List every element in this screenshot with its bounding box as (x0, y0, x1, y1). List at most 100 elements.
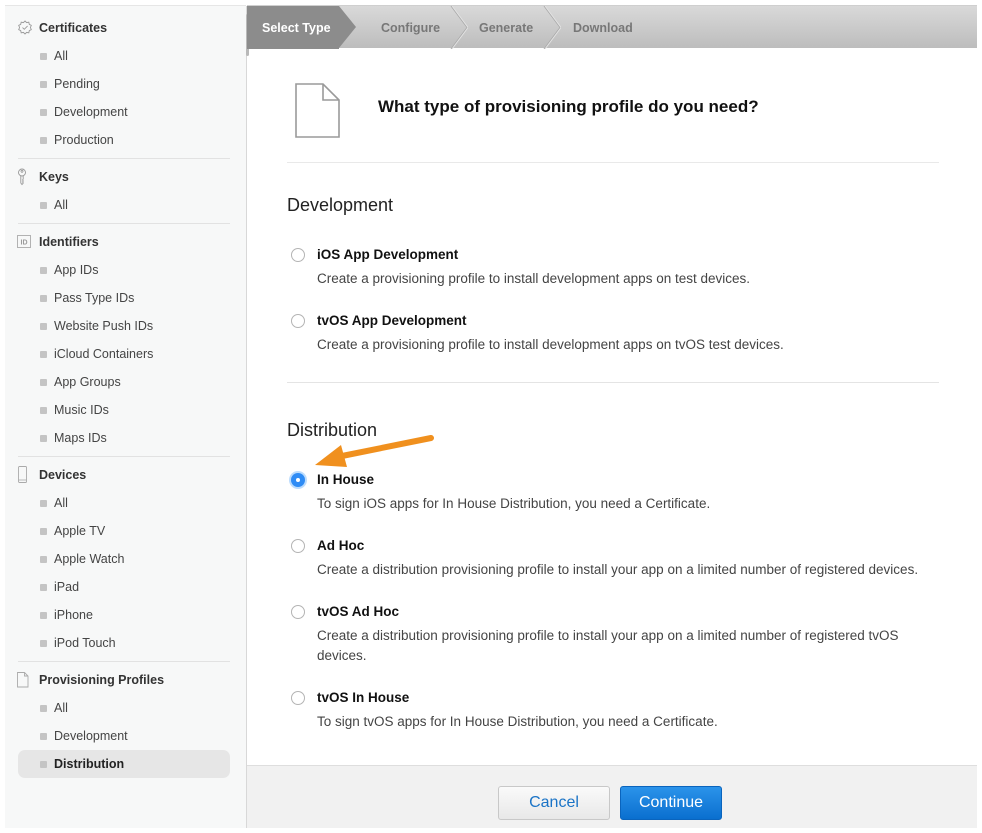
sidebar-item-certificates-development[interactable]: Development (18, 98, 230, 126)
sidebar-item-iphone[interactable]: iPhone (18, 601, 230, 629)
bullet-icon (40, 611, 47, 619)
sidebar-item-app-groups[interactable]: App Groups (18, 368, 230, 396)
radio-ad-hoc[interactable] (291, 539, 305, 553)
sidebar-header-identifiers[interactable]: ID Identifiers (5, 228, 246, 256)
sidebar-item-label: App Groups (54, 375, 121, 389)
sidebar-item-ipad[interactable]: iPad (18, 573, 230, 601)
sidebar-item-label: iCloud Containers (54, 347, 154, 361)
bullet-icon (40, 322, 47, 330)
sidebar-item-icloud-containers[interactable]: iCloud Containers (18, 340, 230, 368)
step-select-type: Select Type (247, 6, 356, 49)
option-title: tvOS App Development (317, 313, 467, 328)
bullet-icon (40, 266, 47, 274)
sidebar-item-label: iPod Touch (54, 636, 116, 650)
sidebar-item-label: Pending (54, 77, 100, 91)
sidebar-item-label: Development (54, 729, 128, 743)
sidebar-item-app-ids[interactable]: App IDs (18, 256, 230, 284)
step-label: Select Type (262, 20, 331, 35)
footer-action-bar: Cancel Continue (247, 765, 977, 828)
option-title: Ad Hoc (317, 538, 365, 553)
bullet-icon (40, 108, 47, 116)
development-section-title: Development (287, 195, 394, 215)
sidebar-item-label: Development (54, 105, 128, 119)
sidebar-header-keys[interactable]: Keys (5, 163, 246, 191)
sidebar-divider (18, 456, 230, 457)
sidebar-section-provisioning-profiles: Provisioning Profiles All Development Di… (5, 666, 246, 778)
sidebar-item-apple-watch[interactable]: Apple Watch (18, 545, 230, 573)
sidebar-item-label: Apple TV (54, 524, 106, 538)
sidebar-header-devices[interactable]: Devices (5, 461, 246, 489)
sidebar-item-label: Pass Type IDs (54, 291, 135, 305)
sidebar-item-website-push-ids[interactable]: Website Push IDs (18, 312, 230, 340)
continue-button[interactable]: Continue (620, 786, 722, 820)
bullet-icon (40, 80, 47, 88)
sidebar-item-label: All (54, 496, 68, 510)
sidebar: Certificates All Pending Development Pro… (5, 5, 249, 828)
bullet-icon (40, 527, 47, 535)
sidebar-header-label: Provisioning Profiles (39, 673, 165, 687)
sidebar-section-identifiers: ID Identifiers App IDs Pass Type IDs Web… (5, 228, 246, 452)
sidebar-divider (18, 661, 230, 662)
sidebar-item-certificates-all[interactable]: All (18, 42, 230, 70)
option-description: Create a distribution provisioning profi… (317, 628, 899, 663)
sidebar-item-label: All (54, 198, 68, 212)
radio-tvos-ad-hoc[interactable] (291, 605, 305, 619)
radio-tvos-app-development[interactable] (291, 314, 305, 328)
sidebar-header-label: Keys (39, 170, 69, 184)
bullet-icon (40, 583, 47, 591)
bullet-icon (40, 555, 47, 563)
radio-ios-app-development[interactable] (291, 248, 305, 262)
sidebar-item-profiles-all[interactable]: All (18, 694, 230, 722)
option-title: iOS App Development (317, 247, 459, 262)
radio-in-house[interactable] (291, 473, 305, 487)
bullet-icon (40, 406, 47, 414)
sidebar-item-profiles-development[interactable]: Development (18, 722, 230, 750)
sidebar-item-devices-all[interactable]: All (18, 489, 230, 517)
step-label: Configure (381, 20, 441, 35)
sidebar-header-provisioning-profiles[interactable]: Provisioning Profiles (5, 666, 246, 694)
sidebar-section-devices: Devices All Apple TV Apple Watch iPad iP… (5, 461, 246, 657)
step-chevron-icon (450, 6, 468, 49)
sidebar-item-label: Distribution (54, 757, 125, 771)
sidebar-item-label: App IDs (54, 263, 99, 277)
step-label: Download (573, 20, 633, 35)
sidebar-item-profiles-distribution[interactable]: Distribution (18, 750, 230, 778)
step-label: Generate (479, 20, 534, 35)
sidebar-item-keys-all[interactable]: All (18, 191, 230, 219)
radio-tvos-in-house[interactable] (291, 691, 305, 705)
option-title: tvOS Ad Hoc (317, 604, 400, 619)
sidebar-divider (18, 158, 230, 159)
step-download: Download (573, 6, 633, 49)
sidebar-item-apple-tv[interactable]: Apple TV (18, 517, 230, 545)
step-progress-bar: Select Type Configure Generate Download (247, 5, 977, 49)
bullet-icon (40, 499, 47, 507)
id-icon: ID (17, 233, 39, 251)
document-icon (17, 671, 39, 689)
sidebar-item-certificates-pending[interactable]: Pending (18, 70, 230, 98)
page-header: What type of provisioning profile do you… (287, 83, 939, 163)
sidebar-item-certificates-production[interactable]: Production (18, 126, 230, 154)
sidebar-divider (18, 223, 230, 224)
sidebar-item-pass-type-ids[interactable]: Pass Type IDs (18, 284, 230, 312)
sidebar-item-music-ids[interactable]: Music IDs (18, 396, 230, 424)
sidebar-header-certificates[interactable]: Certificates (5, 14, 246, 42)
step-configure: Configure (381, 6, 440, 49)
cancel-button[interactable]: Cancel (498, 786, 610, 820)
page-title: What type of provisioning profile do you… (378, 97, 759, 116)
annotation-arrow-icon (315, 435, 434, 467)
sidebar-item-label: All (54, 49, 68, 63)
sidebar-header-label: Identifiers (39, 235, 99, 249)
option-title: In House (317, 472, 375, 487)
bullet-icon (40, 732, 47, 740)
certificate-badge-icon (17, 19, 39, 37)
device-icon (17, 466, 39, 484)
sidebar-header-label: Devices (39, 468, 87, 482)
sidebar-item-ipod-touch[interactable]: iPod Touch (18, 629, 230, 657)
key-icon (17, 168, 39, 186)
bullet-icon (40, 350, 47, 358)
bullet-icon (40, 52, 47, 60)
sidebar-item-maps-ids[interactable]: Maps IDs (18, 424, 230, 452)
option-description: Create a provisioning profile to install… (317, 337, 784, 352)
sidebar-item-label: iPhone (54, 608, 93, 622)
provisioning-document-icon (295, 83, 340, 138)
